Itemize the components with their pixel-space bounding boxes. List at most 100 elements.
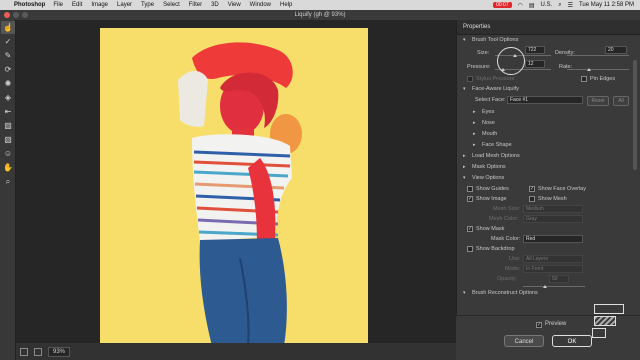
section-brush-reconstruct[interactable]: ▾ Brush Reconstruct Options: [457, 288, 640, 299]
subsection-label: Mouth: [482, 131, 498, 137]
select-face-dropdown[interactable]: Face #1: [507, 96, 583, 104]
density-slider[interactable]: [567, 55, 629, 56]
view-toggle-1-icon[interactable]: [20, 347, 28, 356]
control-center-icon[interactable]: ☰: [568, 2, 573, 9]
pressure-field[interactable]: 12: [525, 60, 545, 68]
section-label: Mask Options: [472, 164, 506, 170]
show-image-checkbox[interactable]: ✓: [467, 196, 473, 202]
menu-help[interactable]: Help: [280, 2, 292, 8]
input-locale[interactable]: U.S.: [541, 2, 553, 8]
chevron-down-icon: ▾: [463, 290, 466, 296]
section-mask-options[interactable]: ▸ Mask Options: [457, 162, 640, 173]
menu-layer[interactable]: Layer: [117, 2, 132, 8]
rate-slider[interactable]: [567, 69, 629, 70]
smooth-tool-icon[interactable]: ✎: [1, 49, 15, 62]
opacity-slider[interactable]: [523, 286, 585, 287]
freeze-mask-tool-icon[interactable]: ▨: [1, 119, 15, 132]
subsection-nose[interactable]: ▸ Nose: [457, 118, 640, 129]
menu-3d[interactable]: 3D: [211, 2, 219, 8]
show-face-overlay-checkbox[interactable]: ✓: [529, 186, 535, 192]
section-face-aware[interactable]: ▾ Face-Aware Liquify: [457, 84, 640, 95]
mode-dropdown[interactable]: In Front: [523, 265, 583, 273]
show-guides-checkbox[interactable]: [467, 186, 473, 192]
menu-app-name[interactable]: Photoshop: [14, 2, 45, 8]
menu-view[interactable]: View: [228, 2, 241, 8]
stylus-pressure-checkbox[interactable]: [467, 76, 473, 82]
view-toggle-2-icon[interactable]: [34, 347, 42, 356]
pressure-rate-row: Pressure: 12 Rate:: [457, 60, 640, 74]
show-backdrop-checkbox[interactable]: [467, 246, 473, 252]
close-window-button[interactable]: [4, 12, 10, 18]
opacity-slider-knob[interactable]: [543, 285, 547, 288]
panel-title: Properties: [457, 20, 640, 35]
subsection-label: Eyes: [482, 109, 495, 115]
chevron-right-icon: ▸: [463, 153, 466, 159]
all-button[interactable]: All: [613, 96, 629, 106]
chevron-right-icon: ▸: [473, 131, 476, 137]
photo-canvas[interactable]: [100, 28, 368, 346]
thaw-mask-tool-icon[interactable]: ▧: [1, 133, 15, 146]
search-icon[interactable]: ⌕: [558, 2, 561, 9]
mask-color-label: Mask Color:: [491, 236, 521, 242]
size-density-row: Size: 722 Density: 20: [457, 46, 640, 60]
hand-tool-icon[interactable]: ✋: [1, 161, 15, 174]
menu-type[interactable]: Type: [141, 2, 154, 8]
window-controls: [4, 12, 28, 18]
forward-warp-tool-icon[interactable]: ☝: [1, 21, 15, 34]
menu-file[interactable]: File: [53, 2, 63, 8]
zoom-window-button[interactable]: [22, 12, 28, 18]
panel-scrollbar[interactable]: [633, 60, 637, 170]
brush-cursor-icon: [497, 47, 525, 75]
subsection-mouth[interactable]: ▸ Mouth: [457, 129, 640, 140]
cancel-button[interactable]: Cancel: [504, 335, 544, 347]
size-label: Size:: [477, 50, 490, 56]
pin-edges-checkbox[interactable]: [581, 76, 587, 82]
mask-color-dropdown[interactable]: Red: [523, 235, 583, 243]
rate-label: Rate:: [559, 64, 573, 70]
dialog-footer: ✓ Preview Cancel OK: [456, 304, 640, 360]
twirl-tool-icon[interactable]: ⟳: [1, 63, 15, 76]
use-label: Use:: [509, 256, 521, 262]
section-label: View Options: [472, 175, 505, 181]
ok-button[interactable]: OK: [552, 335, 592, 347]
chevron-right-icon: ▸: [473, 142, 476, 148]
menu-image[interactable]: Image: [91, 2, 108, 8]
zoom-level-select[interactable]: 93%: [48, 346, 71, 357]
bloat-tool-icon[interactable]: ◈: [1, 91, 15, 104]
chevron-down-icon: ▾: [463, 37, 466, 43]
density-field[interactable]: 20: [605, 46, 627, 54]
use-dropdown[interactable]: All Layers: [523, 255, 583, 263]
clock[interactable]: Tue May 11 2:58 PM: [579, 2, 634, 8]
menu-filter[interactable]: Filter: [189, 2, 202, 8]
preview-canvas-area[interactable]: [16, 20, 456, 346]
subsection-face-shape[interactable]: ▸ Face Shape: [457, 140, 640, 151]
show-mesh-checkbox[interactable]: [529, 196, 535, 202]
mesh-size-dropdown[interactable]: Medium: [523, 205, 583, 213]
section-brush-tool-options[interactable]: ▾ Brush Tool Options: [457, 35, 640, 46]
minimize-window-button[interactable]: [13, 12, 19, 18]
opacity-field[interactable]: 50: [549, 275, 569, 283]
opacity-row: Opacity: 50: [457, 274, 640, 288]
subsection-label: Nose: [482, 120, 495, 126]
menu-select[interactable]: Select: [163, 2, 180, 8]
pucker-tool-icon[interactable]: ✺: [1, 77, 15, 90]
show-image-label: Show Image: [476, 196, 507, 202]
push-left-tool-icon[interactable]: ⇤: [1, 105, 15, 118]
section-load-mesh[interactable]: ▸ Load Mesh Options: [457, 151, 640, 162]
rate-slider-knob[interactable]: [587, 68, 591, 71]
reconstruct-tool-icon[interactable]: ✓: [1, 35, 15, 48]
section-view-options[interactable]: ▾ View Options: [457, 173, 640, 184]
preview-checkbox[interactable]: ✓: [536, 322, 542, 328]
subsection-eyes[interactable]: ▸ Eyes: [457, 107, 640, 118]
reset-button[interactable]: Reset: [587, 96, 609, 106]
wifi-icon[interactable]: ◠: [518, 2, 523, 9]
menu-edit[interactable]: Edit: [72, 2, 82, 8]
menu-window[interactable]: Window: [250, 2, 271, 8]
zoom-tool-icon[interactable]: ⌕: [1, 175, 15, 188]
show-mesh-label: Show Mesh: [538, 196, 567, 202]
recording-badge[interactable]: 00:07: [493, 2, 512, 8]
show-mask-checkbox[interactable]: ✓: [467, 226, 473, 232]
size-field[interactable]: 722: [525, 46, 545, 54]
mesh-color-dropdown[interactable]: Gray: [523, 215, 583, 223]
face-tool-icon[interactable]: ☺: [1, 147, 15, 160]
